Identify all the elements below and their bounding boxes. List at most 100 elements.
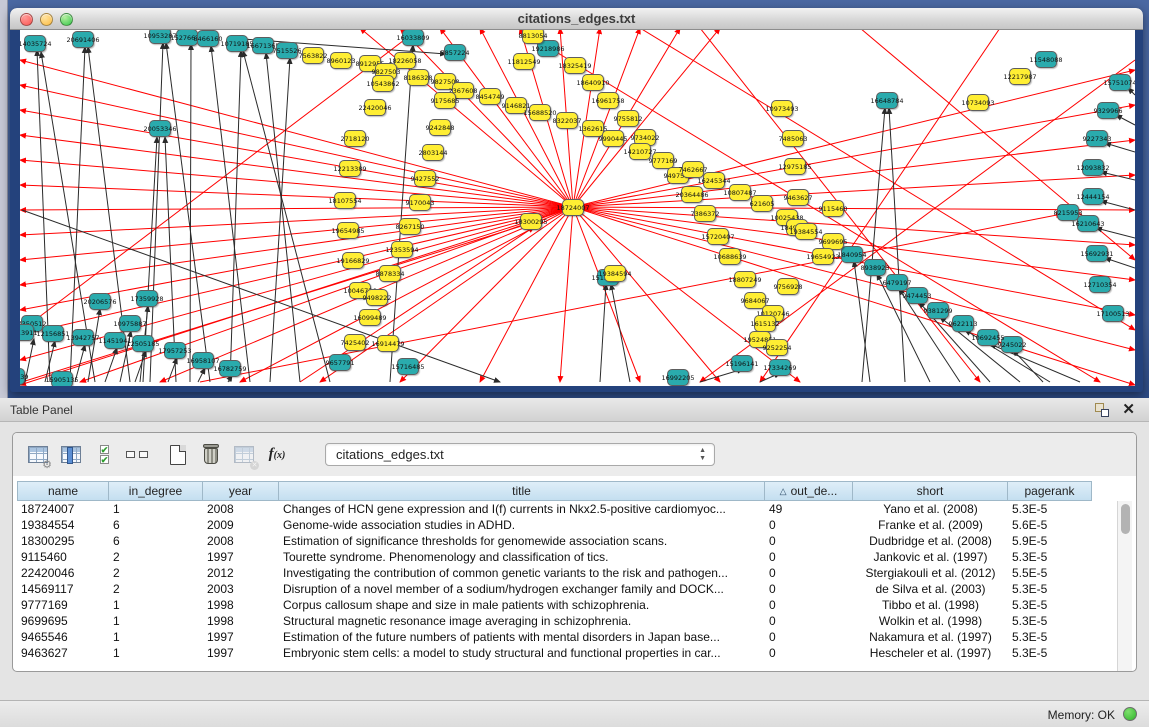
graph-node[interactable]: 16961758 <box>597 92 619 109</box>
new-column-icon[interactable] <box>165 442 191 468</box>
table-cell[interactable]: Wolkin et al. (1998) <box>853 613 1008 629</box>
graph-node[interactable]: 7515526 <box>276 42 298 59</box>
graph-node[interactable]: 15720407 <box>707 228 729 245</box>
table-cell[interactable]: Genome-wide association studies in ADHD. <box>279 517 765 533</box>
graph-edge[interactable] <box>266 53 300 382</box>
table-cell[interactable]: 1 <box>109 613 203 629</box>
graph-node[interactable]: 19654985 <box>337 222 359 239</box>
table-cell[interactable]: 0 <box>765 629 853 645</box>
table-cell[interactable]: 1998 <box>203 613 279 629</box>
graph-node[interactable]: 16914479 <box>377 335 399 352</box>
graph-node[interactable]: 12353594 <box>391 241 413 258</box>
graph-canvas[interactable]: 1872400714035724206914061095328715276672… <box>20 30 1135 386</box>
table-cell[interactable]: Nakamura et al. (1997) <box>853 629 1008 645</box>
graph-edge[interactable] <box>20 207 573 210</box>
table-cell[interactable]: 5.3E-5 <box>1008 549 1092 565</box>
table-cell[interactable]: 9699695 <box>17 613 109 629</box>
graph-node[interactable]: 16245344 <box>703 172 725 189</box>
table-cell[interactable]: de Silva et al. (2003) <box>853 581 1008 597</box>
table-cell[interactable]: 2 <box>109 581 203 597</box>
graph-edge[interactable] <box>573 175 1135 207</box>
table-cell[interactable]: 18724007 <box>17 501 109 517</box>
graph-node[interactable]: 14035724 <box>24 35 46 52</box>
table-cell[interactable]: 5.3E-5 <box>1008 501 1092 517</box>
graph-node[interactable]: 10734093 <box>967 94 989 111</box>
graph-node[interactable]: 19384594 <box>604 265 626 282</box>
table-cell[interactable]: Structural magnetic resonance image aver… <box>279 613 765 629</box>
graph-edge[interactable] <box>573 207 800 382</box>
table-cell[interactable]: 0 <box>765 565 853 581</box>
graph-node[interactable]: 20206576 <box>89 293 111 310</box>
graph-node[interactable]: 10975887 <box>119 315 141 332</box>
graph-node[interactable]: 8322037 <box>556 112 578 129</box>
table-cell[interactable]: Investigating the contribution of common… <box>279 565 765 581</box>
graph-edge[interactable] <box>20 207 573 235</box>
table-cell[interactable]: 22420046 <box>17 565 109 581</box>
table-cell[interactable]: 9777169 <box>17 597 109 613</box>
graph-node[interactable]: 12505185 <box>132 335 154 352</box>
table-row[interactable]: 969969511998Structural magnetic resonanc… <box>17 613 1099 629</box>
column-header-name[interactable]: name <box>17 481 109 501</box>
table-cell[interactable]: 5.3E-5 <box>1008 581 1092 597</box>
table-row[interactable]: 2242004622012Investigating the contribut… <box>17 565 1099 581</box>
graph-node[interactable]: 18640910 <box>582 74 604 91</box>
graph-node[interactable]: 18300295 <box>520 213 542 230</box>
table-cell[interactable]: 1 <box>109 645 203 661</box>
table-cell[interactable]: 2 <box>109 549 203 565</box>
table-cell[interactable]: 6 <box>109 533 203 549</box>
graph-edge[interactable] <box>20 110 573 207</box>
graph-edge[interactable] <box>230 51 241 382</box>
table-cell[interactable]: 5.6E-5 <box>1008 517 1092 533</box>
table-cell[interactable]: Yano et al. (2008) <box>853 501 1008 517</box>
graph-node[interactable]: 7485063 <box>782 130 804 147</box>
table-cell[interactable]: 1 <box>109 501 203 517</box>
graph-edge[interactable] <box>1105 143 1135 152</box>
table-cell[interactable]: Hescheler et al. (1997) <box>853 645 1008 661</box>
graph-node[interactable]: 12444154 <box>1082 188 1104 205</box>
graph-node[interactable]: 13942757 <box>72 329 94 346</box>
graph-node[interactable]: 18724007 <box>562 199 584 216</box>
graph-node[interactable]: 9427552 <box>414 170 436 187</box>
table-cell[interactable]: Estimation of the future numbers of pati… <box>279 629 765 645</box>
graph-node[interactable]: 10973493 <box>771 100 793 117</box>
graph-edge[interactable] <box>198 368 205 382</box>
table-row[interactable]: 946554611997Estimation of the future num… <box>17 629 1099 645</box>
graph-edge[interactable] <box>1096 228 1135 238</box>
graph-node[interactable]: 16671365 <box>252 37 274 54</box>
graph-edge[interactable] <box>190 44 191 382</box>
graph-node[interactable]: 15905135 <box>51 371 73 386</box>
graph-node[interactable]: 10543862 <box>372 75 394 92</box>
table-cell[interactable]: Disruption of a novel member of a sodium… <box>279 581 765 597</box>
column-header-title[interactable]: title <box>279 481 765 501</box>
graph-edge[interactable] <box>243 51 330 382</box>
graph-node[interactable]: 16648784 <box>876 92 898 109</box>
graph-node[interactable]: 11451941 <box>104 332 126 349</box>
table-cell[interactable]: 0 <box>765 533 853 549</box>
graph-node[interactable]: 20691406 <box>72 31 94 48</box>
table-cell[interactable]: 0 <box>765 645 853 661</box>
graph-node[interactable]: 17957253 <box>164 342 186 359</box>
network-window-titlebar[interactable]: citations_edges.txt <box>10 8 1143 30</box>
table-cell[interactable]: 2003 <box>203 581 279 597</box>
graph-node[interactable]: 15688520 <box>529 104 551 121</box>
graph-edge[interactable] <box>600 284 606 382</box>
graph-node[interactable]: 12093832 <box>1082 159 1104 176</box>
graph-edge[interactable] <box>1116 115 1135 125</box>
column-header-year[interactable]: year <box>203 481 279 501</box>
graph-node[interactable]: 10807487 <box>729 184 751 201</box>
graph-node[interactable]: 16958107 <box>192 352 214 369</box>
table-cell[interactable]: Tourette syndrome. Phenomenology and cla… <box>279 549 765 565</box>
graph-node[interactable]: 8878334 <box>379 265 401 282</box>
close-panel-icon[interactable]: ✕ <box>1122 400 1135 418</box>
graph-edge[interactable] <box>150 43 163 382</box>
table-cell[interactable]: 2009 <box>203 517 279 533</box>
graph-node[interactable]: 11548088 <box>1035 51 1057 68</box>
graph-node[interactable]: 11812549 <box>513 53 535 70</box>
graph-node[interactable]: 20364486 <box>681 186 703 203</box>
table-cell[interactable]: 0 <box>765 549 853 565</box>
graph-edge[interactable] <box>390 45 413 382</box>
graph-node[interactable]: 8454749 <box>479 88 501 105</box>
graph-edge[interactable] <box>1101 201 1135 210</box>
table-row[interactable]: 1872400712008Changes of HCN gene express… <box>17 501 1099 517</box>
table-row[interactable]: 1456911722003Disruption of a novel membe… <box>17 581 1099 597</box>
